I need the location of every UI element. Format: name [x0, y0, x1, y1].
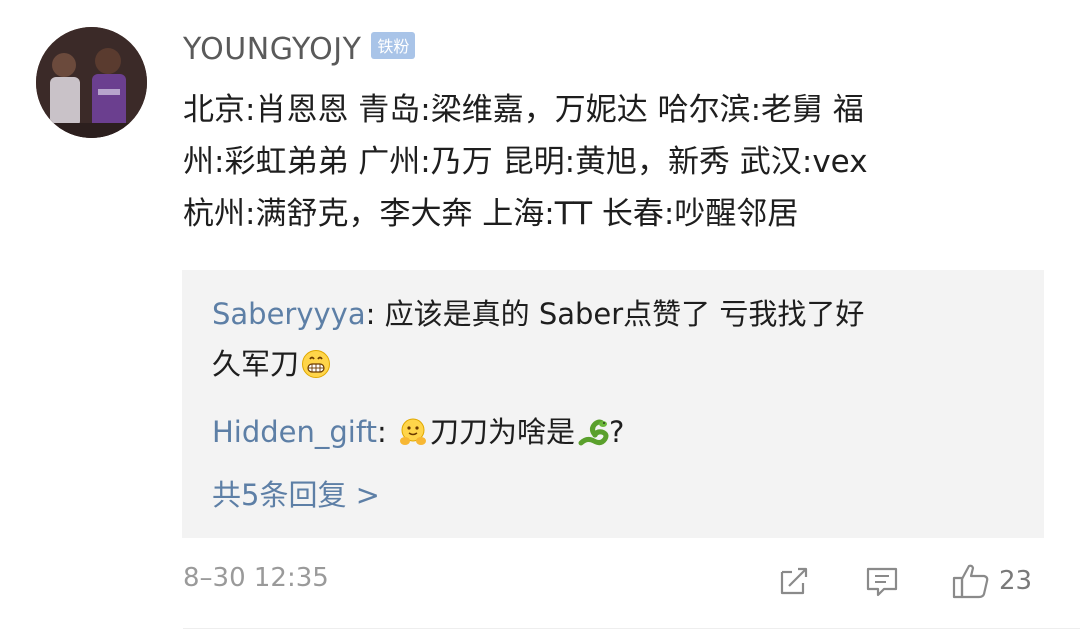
reply-text: 应该是真的 Saber点赞了 亏我找了好 [384, 297, 865, 331]
reply-text: ? [608, 415, 625, 449]
comment-footer: 8–30 12:35 23 [183, 558, 1053, 603]
comment-text: 北京:肖恩恩 青岛:梁维嘉，万妮达 哈尔滨:老舅 福 州:彩虹弟弟 广州:乃万 … [183, 84, 1048, 240]
comment-line: 杭州:满舒克，李大奔 上海:TT 长春:吵醒邻居 [183, 196, 799, 232]
avatar[interactable] [36, 27, 147, 138]
like-count: 23 [999, 566, 1033, 596]
comment-line: 州:彩虹弟弟 广州:乃万 昆明:黄旭，新秀 武汉:vex [183, 144, 868, 180]
hugging-face-icon [398, 412, 428, 445]
replies-box: Saberyyya: 应该是真的 Saber点赞了 亏我找了好 久军刀 Hidd… [182, 270, 1044, 538]
share-button[interactable] [776, 563, 812, 599]
reply-item: Saberyyya: 应该是真的 Saber点赞了 亏我找了好 久军刀 [212, 289, 1012, 389]
divider [183, 628, 1080, 629]
reply-author[interactable]: Hidden_gift [212, 415, 377, 449]
comment-icon [866, 567, 898, 597]
username-row: YOUNGYOJY 铁粉 [183, 28, 416, 70]
username[interactable]: YOUNGYOJY [183, 32, 361, 67]
reply-text: 久军刀 [212, 347, 300, 381]
comment-button[interactable] [864, 563, 900, 599]
timestamp: 8–30 12:35 [183, 563, 329, 593]
more-replies-link[interactable]: 共5条回复 > [212, 470, 380, 520]
reply-text: 刀刀为啥是 [429, 415, 575, 449]
grinning-face-icon [301, 344, 331, 378]
reply-item: Hidden_gift: 刀刀为啥是 ? [212, 407, 624, 457]
fan-badge: 铁粉 [371, 31, 416, 59]
reply-author[interactable]: Saberyyya [212, 297, 366, 331]
like-button[interactable]: 23 [951, 563, 1032, 599]
share-icon [780, 567, 808, 595]
comment-line: 北京:肖恩恩 青岛:梁维嘉，万妮达 哈尔滨:老舅 福 [183, 92, 864, 128]
reply-separator: : [365, 297, 385, 331]
thumbs-up-icon [952, 564, 989, 599]
reply-separator: : [376, 415, 396, 449]
snake-icon [577, 412, 609, 446]
